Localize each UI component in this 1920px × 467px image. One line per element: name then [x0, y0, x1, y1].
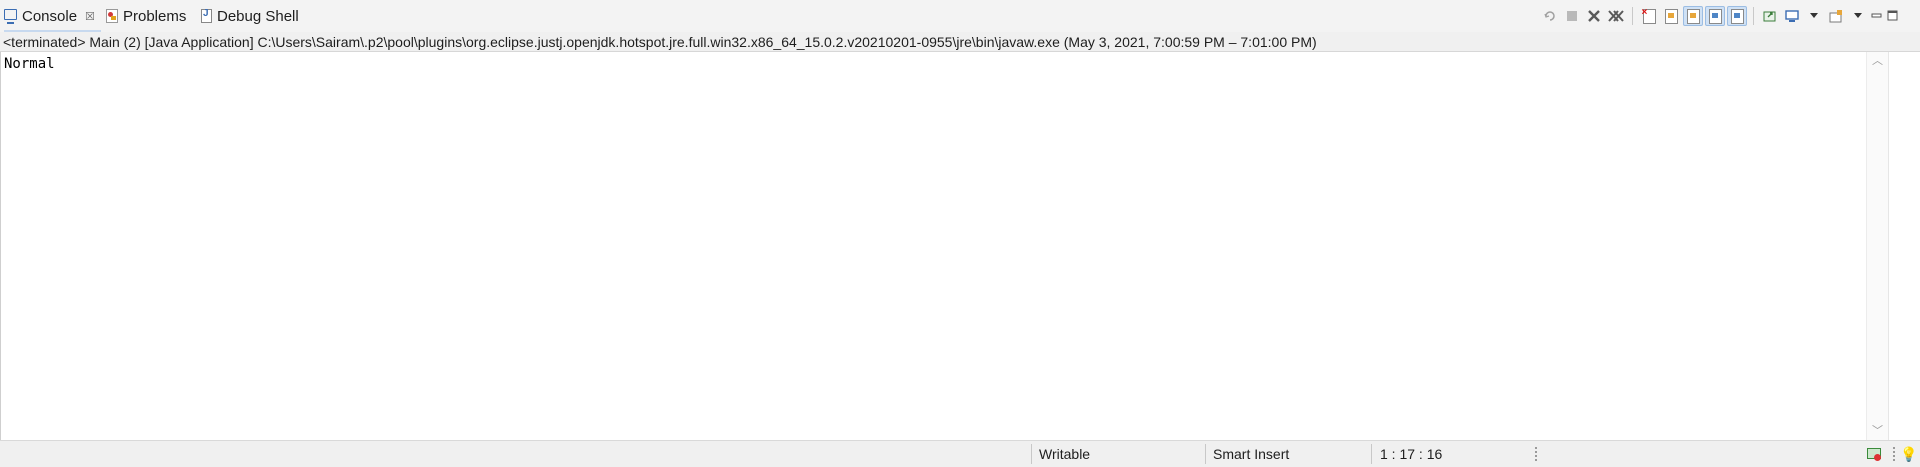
console-toolbar [1540, 4, 1900, 28]
console-icon [4, 9, 17, 24]
progress-status-icon[interactable] [1866, 446, 1882, 462]
tab-console[interactable]: Console ☒ [4, 0, 101, 32]
remove-all-terminated-icon[interactable] [1606, 6, 1626, 26]
open-console-icon[interactable] [1826, 6, 1846, 26]
right-margin [1888, 52, 1920, 440]
clear-console-icon[interactable] [1639, 6, 1659, 26]
toolbar-separator [1632, 7, 1633, 25]
status-writable: Writable [1039, 446, 1091, 462]
maximize-icon[interactable] [1886, 9, 1900, 23]
status-divider [1371, 444, 1372, 464]
status-handle [1893, 447, 1895, 461]
status-divider [1205, 444, 1206, 464]
minimize-icon[interactable] [1870, 9, 1884, 23]
display-selected-console-icon[interactable] [1782, 6, 1802, 26]
tab-problems[interactable]: Problems [106, 0, 186, 32]
scroll-lock-icon[interactable] [1661, 6, 1681, 26]
show-on-stdout-icon[interactable] [1705, 6, 1725, 26]
tab-debug-shell-label: Debug Shell [217, 7, 299, 25]
view-tab-bar: Console ☒ Problems Debug Shell [0, 0, 1920, 32]
word-wrap-icon[interactable] [1683, 6, 1703, 26]
chevron-down-icon[interactable] [1804, 6, 1824, 26]
chevron-up-icon[interactable]: ︿ [1872, 56, 1883, 67]
status-insert-mode[interactable]: Smart Insert [1213, 441, 1289, 467]
tab-debug-shell[interactable]: Debug Shell [201, 0, 299, 32]
terminate-icon[interactable] [1562, 6, 1582, 26]
show-on-stderr-icon[interactable] [1727, 6, 1747, 26]
vertical-scrollbar[interactable]: ︿ ﹀ [1866, 52, 1888, 440]
lightbulb-icon[interactable]: 💡 [1900, 444, 1917, 464]
close-icon[interactable]: ☒ [85, 10, 95, 23]
toolbar-separator [1753, 7, 1754, 25]
remove-launch-icon[interactable] [1584, 6, 1604, 26]
console-output-area[interactable]: Normal [0, 52, 1888, 440]
console-output-line: Normal [4, 56, 55, 72]
tab-console-label: Console [22, 7, 78, 25]
status-cursor-position[interactable]: 1 : 17 : 16 [1380, 441, 1442, 467]
status-handle [1535, 447, 1537, 461]
tab-problems-label: Problems [123, 7, 187, 25]
chevron-down-icon[interactable]: ﹀ [1872, 426, 1883, 437]
debug-shell-icon [201, 8, 212, 23]
problems-icon [106, 9, 118, 23]
status-bar: Writable Smart Insert 1 : 17 : 16 💡 [0, 440, 1920, 466]
status-divider [1031, 444, 1032, 464]
pin-console-icon[interactable] [1760, 6, 1780, 26]
pin-icon[interactable] [1540, 6, 1560, 26]
console-description: <terminated> Main (2) [Java Application]… [0, 32, 1920, 52]
chevron-down-icon[interactable] [1848, 6, 1868, 26]
